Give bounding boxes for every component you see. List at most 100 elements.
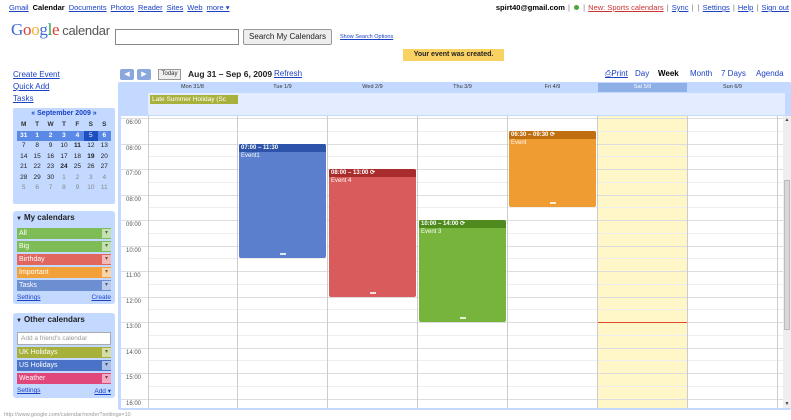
mini-day[interactable]: 1 (30, 130, 44, 141)
scroll-up-icon[interactable]: ▲ (783, 117, 791, 123)
view-day-tab[interactable]: Day (635, 69, 649, 78)
color-dropdown-icon[interactable]: ▾ (102, 374, 111, 383)
other_calendars-item[interactable]: US Holidays ▾ (17, 360, 111, 371)
all-day-row[interactable]: Late Summer Holiday (Sc (148, 93, 785, 115)
mini-day[interactable]: 11 (98, 183, 111, 194)
next-week-button[interactable]: ▶ (137, 69, 151, 80)
time-grid-scrollbar[interactable]: ▲ ▼ (783, 116, 791, 408)
add-calendar-link[interactable]: Add ▾ (94, 387, 111, 395)
view-week-tab[interactable]: Week (658, 69, 679, 78)
view-month-tab[interactable]: Month (690, 69, 712, 78)
search-my-calendars-button[interactable]: Search My Calendars (243, 29, 332, 45)
my_calendars-item[interactable]: All ▾ (17, 228, 111, 239)
show-search-options-link[interactable]: Show Search Options (340, 34, 393, 40)
help-link[interactable]: Help (738, 3, 753, 12)
mini-day[interactable]: 2 (71, 173, 84, 184)
mini-day[interactable]: 2 (43, 130, 58, 141)
app-link-reader[interactable]: Reader (138, 3, 163, 12)
mini-day[interactable]: 29 (30, 173, 43, 184)
create-calendar-link[interactable]: Create (91, 294, 111, 301)
mini-day[interactable]: 10 (57, 141, 70, 152)
mini-day[interactable]: 5 (84, 130, 98, 141)
mini-day[interactable]: 8 (57, 183, 70, 194)
mini-day[interactable]: 18 (71, 152, 84, 163)
calendar-event[interactable]: 10:00 – 14:00 ⟳ Event 3 (419, 220, 506, 322)
color-dropdown-icon[interactable]: ▾ (102, 361, 111, 370)
app-link-web[interactable]: Web (187, 3, 202, 12)
mini-day[interactable]: 9 (71, 183, 84, 194)
my_calendars-item[interactable]: Big ▾ (17, 241, 111, 252)
day-header[interactable]: Tue 1/9 (238, 83, 327, 92)
mini-prev-button[interactable]: « (31, 110, 35, 117)
calendar-event[interactable]: 08:00 – 13:00 ⟳ Event 4 (329, 169, 416, 297)
sign-out-link[interactable]: Sign out (761, 3, 789, 12)
color-dropdown-icon[interactable]: ▾ (102, 268, 111, 277)
mini-day[interactable]: 1 (57, 173, 70, 184)
today-button[interactable]: Today (158, 69, 181, 80)
mini-day[interactable]: 5 (17, 183, 30, 194)
app-link-sites[interactable]: Sites (167, 3, 184, 12)
mini-day[interactable]: 7 (44, 183, 57, 194)
color-dropdown-icon[interactable]: ▾ (102, 229, 111, 238)
app-link-calendar[interactable]: Calendar (33, 3, 65, 12)
mini-day[interactable]: 17 (57, 152, 70, 163)
time-grid[interactable]: 06:00 08:00 07:00 08:00 09:00 10:00 11:00 12:00… (121, 116, 783, 408)
mini-day[interactable]: 31 (17, 130, 31, 141)
other_calendars-item[interactable]: Weather ▾ (17, 373, 111, 384)
mini-day[interactable]: 23 (44, 162, 57, 173)
create-event-link[interactable]: Create Event (13, 69, 60, 81)
calendar-event[interactable]: 07:00 – 11:30 Event1 (239, 143, 326, 259)
mini-day[interactable]: 14 (17, 152, 30, 163)
calendar-event[interactable]: 06:30 – 09:30 ⟳ Event (509, 130, 596, 208)
color-dropdown-icon[interactable]: ▾ (102, 348, 111, 357)
mini-day[interactable]: 4 (70, 130, 85, 141)
day-header[interactable]: Sat 5/9 (598, 83, 687, 92)
my_calendars-item[interactable]: Important ▾ (17, 267, 111, 278)
mini-day[interactable]: 11 (71, 141, 84, 152)
color-dropdown-icon[interactable]: ▾ (102, 242, 111, 251)
color-dropdown-icon[interactable]: ▾ (102, 255, 111, 264)
app-link-gmail[interactable]: Gmail (9, 3, 29, 12)
print-link[interactable]: ⎙Print (605, 69, 628, 79)
mini-day[interactable]: 15 (30, 152, 43, 163)
view-agenda-tab[interactable]: Agenda (756, 69, 784, 78)
app-link-more[interactable]: more ▾ (207, 3, 230, 12)
mini-day[interactable]: 28 (17, 173, 30, 184)
mini-day[interactable]: 7 (17, 141, 30, 152)
quick-add-link[interactable]: Quick Add (13, 81, 60, 93)
mini-day[interactable]: 20 (98, 152, 111, 163)
mini-day[interactable]: 8 (30, 141, 43, 152)
resize-handle-icon[interactable] (279, 253, 286, 256)
resize-handle-icon[interactable] (549, 202, 556, 205)
other-calendars-header[interactable]: ▼ Other calendars (13, 313, 115, 328)
mini-day[interactable]: 3 (57, 130, 71, 141)
prev-week-button[interactable]: ◀ (120, 69, 134, 80)
mini-day[interactable]: 19 (84, 152, 97, 163)
all-day-event[interactable]: Late Summer Holiday (Sc (150, 95, 238, 104)
day-header[interactable]: Thu 3/9 (418, 83, 507, 92)
scroll-down-icon[interactable]: ▼ (783, 401, 791, 407)
color-dropdown-icon[interactable]: ▾ (102, 281, 111, 290)
mini-day[interactable]: 10 (84, 183, 97, 194)
day-header[interactable]: Fri 4/9 (508, 83, 597, 92)
settings-link[interactable]: Settings (703, 3, 730, 12)
mini-day[interactable]: 6 (30, 183, 43, 194)
mini-day[interactable]: 30 (44, 173, 57, 184)
app-link-documents[interactable]: Documents (69, 3, 107, 12)
my-calendars-settings-link[interactable]: Settings (17, 294, 41, 301)
day-header[interactable]: Wed 2/9 (328, 83, 417, 92)
my-calendars-header[interactable]: ▼ My calendars (13, 211, 115, 226)
mini-day[interactable]: 22 (30, 162, 43, 173)
other-calendars-settings-link[interactable]: Settings (17, 387, 41, 395)
mini-day[interactable]: 4 (98, 173, 111, 184)
day-header[interactable]: Sun 6/9 (688, 83, 777, 92)
mini-day[interactable]: 16 (44, 152, 57, 163)
tasks-link[interactable]: Tasks (13, 93, 60, 105)
mini-next-button[interactable]: » (93, 110, 97, 117)
scrollbar-thumb[interactable] (784, 180, 790, 330)
add-friend-calendar-input[interactable]: Add a friend's calendar (17, 332, 111, 345)
google-calendar-logo[interactable]: Google calendar (11, 20, 110, 40)
mini-day[interactable]: 21 (17, 162, 30, 173)
search-input[interactable] (115, 29, 239, 45)
my_calendars-item[interactable]: Tasks ▾ (17, 280, 111, 291)
